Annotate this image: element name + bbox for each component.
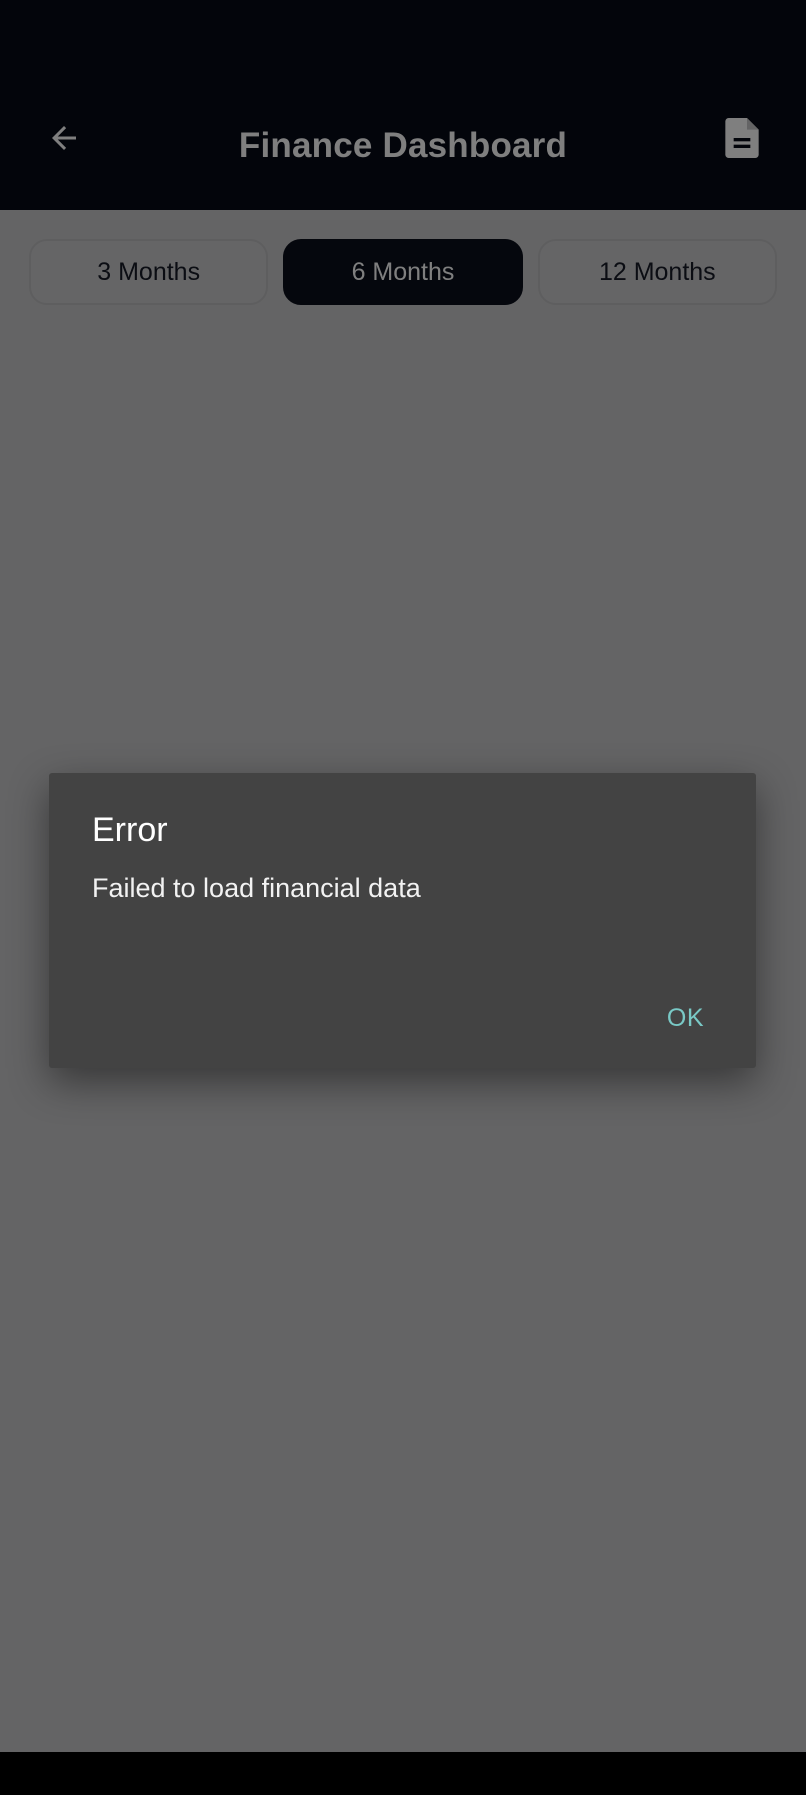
screen: Finance Dashboard 3 Months 6 Months 12 M… [0, 0, 806, 1795]
error-dialog: Error Failed to load financial data OK [49, 773, 756, 1068]
system-nav-bar [0, 1752, 806, 1795]
dialog-message: Failed to load financial data [92, 873, 421, 903]
ok-button[interactable]: OK [655, 993, 716, 1043]
dialog-title: Error [92, 811, 168, 849]
